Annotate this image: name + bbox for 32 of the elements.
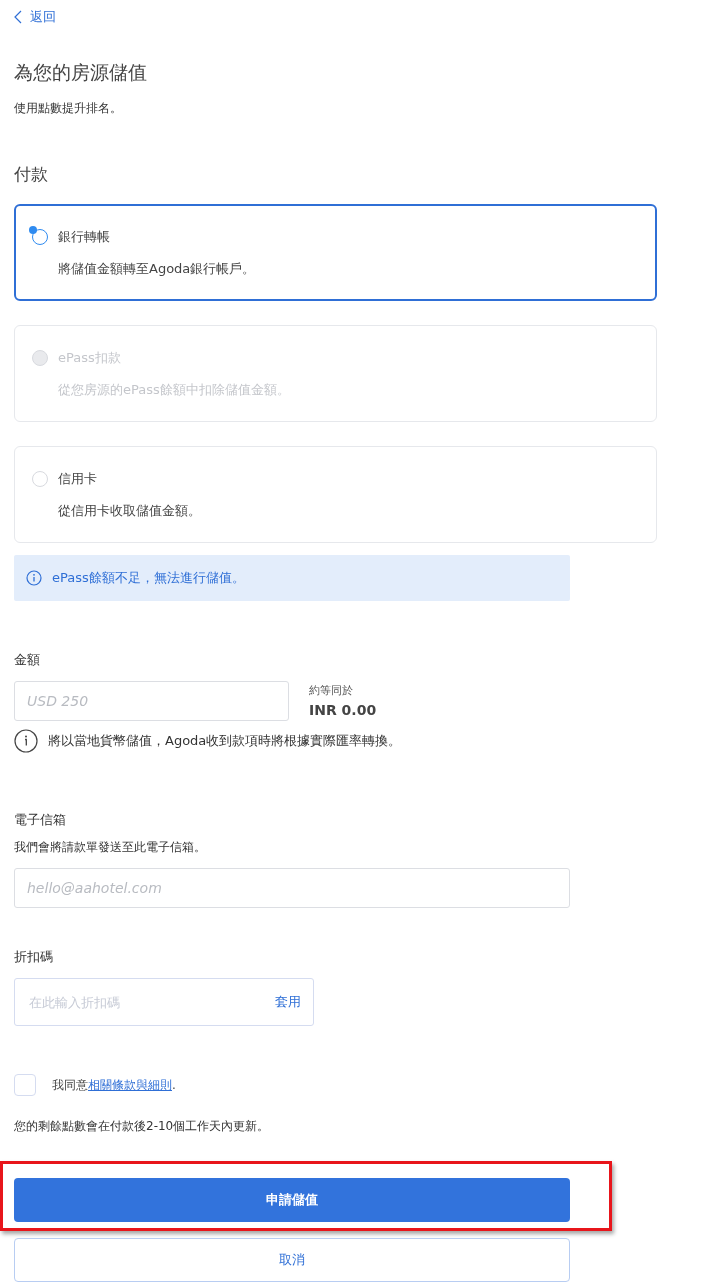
info-icon: [14, 729, 38, 753]
option-label: ePass扣款: [58, 349, 121, 367]
option-description: 將儲值金額轉至Agoda銀行帳戶。: [58, 260, 257, 278]
page-subtitle: 使用點數提升排名。: [14, 100, 123, 117]
payment-option-card[interactable]: 信用卡 從信用卡收取儲值金額。: [14, 446, 657, 543]
update-note: 您的剩餘點數會在付款後2-10個工作天內更新。: [14, 1118, 271, 1135]
payment-option-card[interactable]: 銀行轉帳 將儲值金額轉至Agoda銀行帳戶。: [14, 204, 657, 301]
field-hint: 我們會將請款單發送至此電子信箱。: [14, 839, 207, 856]
amount-field[interactable]: USD 250: [14, 681, 289, 721]
cancel-button[interactable]: 取消: [14, 1238, 570, 1282]
apply-button[interactable]: 套用: [275, 993, 301, 1011]
email-field[interactable]: hello@aahotel.com: [14, 868, 570, 908]
chevron-left-icon: [14, 10, 22, 24]
submit-button[interactable]: 申請儲值: [14, 1178, 570, 1222]
back-link[interactable]: 返回: [14, 8, 56, 26]
option-description: 從信用卡收取儲值金額。: [58, 502, 202, 520]
terms-link[interactable]: 相關條款與細則: [88, 1077, 172, 1092]
option-label: 銀行轉帳: [58, 228, 110, 246]
conversion-note: 將以當地貨幣儲值，Agoda收到款項時將根據實際匯率轉換。: [48, 732, 402, 750]
option-label: 信用卡: [58, 470, 97, 488]
field-label: 電子信箱: [14, 811, 67, 829]
field-label: 折扣碼: [14, 948, 54, 966]
equivalent-label: 約等同於: [309, 683, 354, 698]
field-label: 金額: [14, 651, 41, 669]
agreement-text: 我同意相關條款與細則.: [52, 1076, 176, 1094]
section-heading: 付款: [14, 163, 49, 186]
radio-button[interactable]: [32, 229, 48, 245]
info-icon: [26, 570, 42, 586]
page-title: 為您的房源儲值: [14, 60, 148, 85]
checkbox[interactable]: [14, 1074, 36, 1096]
equivalent-value: INR 0.00: [309, 702, 377, 718]
notice-text: ePass餘額不足，無法進行儲值。: [52, 569, 245, 587]
